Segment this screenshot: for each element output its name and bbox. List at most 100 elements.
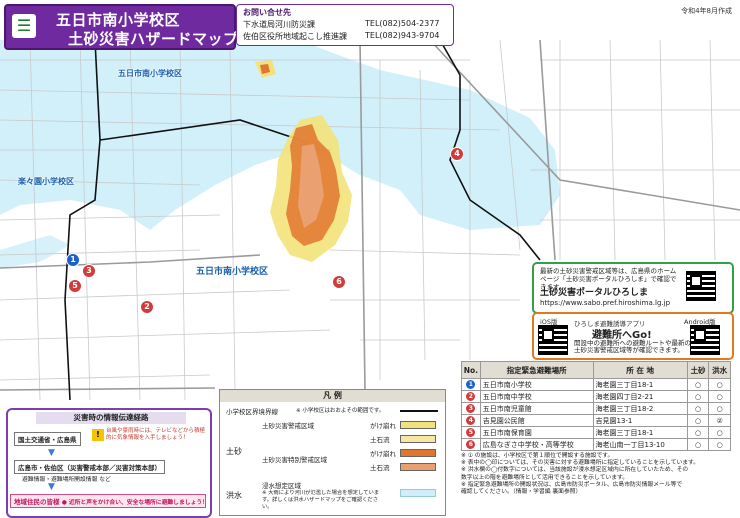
comm-residents-sub: ● 近所と声をかけ合い、安全な場所に避難しましょう！ xyxy=(61,500,208,506)
legend-debris: 土石流 xyxy=(370,464,390,472)
legend-special-area: 土砂災害特別警戒区域 xyxy=(262,456,327,464)
shelter-marker-5[interactable]: 5 xyxy=(68,279,82,293)
table-row[interactable]: 3 五日市南児童館 海老園三丁目18-2 ○ ○ xyxy=(461,402,731,415)
legend-boundary-note: ※ 小学校区はおおよその範囲です。 xyxy=(296,408,385,414)
col-flood: 洪水 xyxy=(708,361,731,379)
flood-mark: ② xyxy=(708,414,731,427)
district-label: 五日市南小学校区 xyxy=(118,69,182,78)
legend-flood-area: 浸水想定区域 xyxy=(262,482,301,490)
col-address: 所 在 地 xyxy=(592,361,688,379)
legend-cliff: がけ崩れ xyxy=(370,422,396,430)
legend-warning-area: 土砂災害警戒区域 xyxy=(262,422,314,430)
city-emblem-icon: ☰ xyxy=(12,14,36,38)
note-line: 確認してください。（情報・学習編 裏面参照） xyxy=(461,489,582,496)
contact-dept: 下水道局河川防災課 xyxy=(243,20,315,29)
communication-route-panel: 災害時の情報伝達経路 国土交通省・広島県 ! 台風や豪雨時には、テレビなどから積… xyxy=(6,408,212,518)
dosha-mark: ○ xyxy=(686,426,710,439)
comm-residents-label: 地域住民の皆様 xyxy=(14,498,60,506)
arrow-down-icon: ▼ xyxy=(48,482,55,492)
table-row[interactable]: 4 吉見園公民館 吉見園13-1 ○ ② xyxy=(461,414,731,427)
shelter-marker-4[interactable]: 4 xyxy=(450,147,464,161)
row-number: 4 xyxy=(465,415,477,426)
shelter-table: No. 指定緊急避難場所 所 在 地 土砂 洪水 1 五日市南小学校 海老園三丁… xyxy=(461,361,731,451)
arrow-down-icon: ▼ xyxy=(48,448,55,458)
dosha-mark: ○ xyxy=(686,438,710,451)
flood-mark: ○ xyxy=(708,426,731,439)
legend-boundary-label: 小学校区界境界線 xyxy=(226,408,278,416)
boundary-line-swatch xyxy=(400,410,438,412)
row-number: 2 xyxy=(465,391,477,402)
legend-group-flood: 洪水 xyxy=(226,491,242,500)
portal-qr-code-icon[interactable] xyxy=(686,271,716,301)
warning-icon: ! xyxy=(92,429,104,441)
shelter-address: 吉見園13-1 xyxy=(592,414,688,427)
special-debris-swatch xyxy=(400,463,436,471)
district-label: 楽々園小学校区 xyxy=(18,177,74,186)
table-row[interactable]: 6 広島なぎさ中学校・高等学校 海老山南一丁目13-10 ○ ○ xyxy=(461,438,731,451)
shelter-notes: ※ ① の施設は、小学校区で第１順位で開設する施設です。 ※ 表中の◯印について… xyxy=(461,453,731,496)
flood-mark: ○ xyxy=(708,438,731,451)
shelter-name: 吉見園公民館 xyxy=(479,414,594,427)
warning-cliff-swatch xyxy=(400,421,436,429)
contact-dept: 佐伯区役所地域起こし推進課 xyxy=(243,32,347,41)
dosha-mark: ○ xyxy=(686,390,710,403)
legend-panel: 凡 例 小学校区界境界線 ※ 小学校区はおおよその範囲です。 土砂 土砂災害警戒… xyxy=(219,389,446,516)
table-row[interactable]: 5 五日市南保育園 海老園三丁目18-1 ○ ○ xyxy=(461,426,731,439)
sediment-portal-panel: 最新の土砂災害警戒区域等は、広島県のホームページ「土砂災害ポータルひろしま」で確… xyxy=(532,262,734,314)
legend-cliff: がけ崩れ xyxy=(370,450,396,458)
portal-url[interactable]: https://www.sabo.pref.hiroshima.lg.jp xyxy=(540,299,670,307)
flood-mark: ○ xyxy=(708,390,731,403)
comm-heading: 災害時の情報伝達経路 xyxy=(36,412,186,424)
shelter-marker-6[interactable]: 6 xyxy=(332,275,346,289)
note-line: 数字以上の階を避難場所として活用できることを示しています。 xyxy=(461,474,629,481)
shelter-name: 広島なぎさ中学校・高等学校 xyxy=(479,438,594,451)
creation-date: 令和4年8月作成 xyxy=(681,7,732,15)
comm-city-sub: 避難情報・避難場所開設情報 など xyxy=(22,477,111,483)
note-line: ※ 洪水欄の◯付数字については、当該施設が浸水想定区域内に所在していたため、その xyxy=(461,467,689,474)
shelter-address: 海老園三丁目18-1 xyxy=(592,426,688,439)
legend-title: 凡 例 xyxy=(220,390,445,402)
flood-mark: ○ xyxy=(708,378,731,391)
shelter-table-panel: No. 指定緊急避難場所 所 在 地 土砂 洪水 1 五日市南小学校 海老園三丁… xyxy=(461,361,731,514)
shelter-address: 海老園三丁目18-1 xyxy=(592,378,688,391)
shelter-name: 五日市南保育園 xyxy=(479,426,594,439)
col-no: No. xyxy=(461,361,481,379)
legend-group-dosha: 土砂 xyxy=(226,447,242,456)
legend-flood-note: ※ 大雨により河川が氾濫した場合を想定しています。詳しくは洪水ハザードマップをご… xyxy=(262,490,380,510)
warning-debris-swatch xyxy=(400,435,436,443)
table-row[interactable]: 1 五日市南小学校 海老園三丁目18-1 ○ ○ xyxy=(461,378,731,391)
map-title-panel: ☰ 五日市南小学校区 土砂災害ハザードマップ xyxy=(4,4,238,50)
comm-box-mlit: 国土交通省・広島県 xyxy=(14,432,81,446)
flood-mark: ○ xyxy=(708,402,731,415)
dosha-mark: ○ xyxy=(686,414,710,427)
shelter-name: 五日市南児童館 xyxy=(479,402,594,415)
dosha-mark: ○ xyxy=(686,402,710,415)
shelter-marker-2[interactable]: 2 xyxy=(140,300,154,314)
shelter-marker-3[interactable]: 3 xyxy=(82,264,96,278)
comm-box-residents: 地域住民の皆様 ● 近所と声をかけ合い、安全な場所に避難しましょう！ xyxy=(10,494,208,508)
special-cliff-swatch xyxy=(400,449,436,457)
shelter-name: 五日市南小学校 xyxy=(479,378,594,391)
shelter-name: 五日市南中学校 xyxy=(479,390,594,403)
contact-panel: お問い合せ先 下水道局河川防災課 TEL(082)504-2377 佐伯区役所地… xyxy=(236,4,454,46)
district-label: 五日市南小学校区 xyxy=(196,267,269,277)
map-title-line1: 五日市南小学校区 xyxy=(56,11,181,29)
row-number: 6 xyxy=(465,439,477,450)
contact-tel: TEL(082)504-2377 xyxy=(365,19,440,28)
portal-name[interactable]: 土砂災害ポータルひろしま xyxy=(540,285,648,298)
shelter-address: 海老園四丁目2-21 xyxy=(592,390,688,403)
row-number: 1 xyxy=(465,379,477,390)
legend-debris: 土石流 xyxy=(370,436,390,444)
shelter-address: 海老園三丁目18-2 xyxy=(592,402,688,415)
dosha-mark: ○ xyxy=(686,378,710,391)
table-row[interactable]: 2 五日市南中学校 海老園四丁目2-21 ○ ○ xyxy=(461,390,731,403)
android-qr-code-icon[interactable] xyxy=(690,325,720,355)
shelter-marker-1[interactable]: 1 xyxy=(66,253,80,267)
col-dosha: 土砂 xyxy=(686,361,710,379)
col-name: 指定緊急避難場所 xyxy=(479,361,594,379)
flood-swatch xyxy=(400,489,436,497)
contact-tel: TEL(082)943-9704 xyxy=(365,31,440,40)
ios-qr-code-icon[interactable] xyxy=(538,325,568,355)
contact-heading: お問い合せ先 xyxy=(243,8,291,17)
evacuation-app-panel: iOS版 ひろしま避難誘導アプリ 避難所へGo! 開設中の避難所への避難ルートや… xyxy=(532,312,734,360)
